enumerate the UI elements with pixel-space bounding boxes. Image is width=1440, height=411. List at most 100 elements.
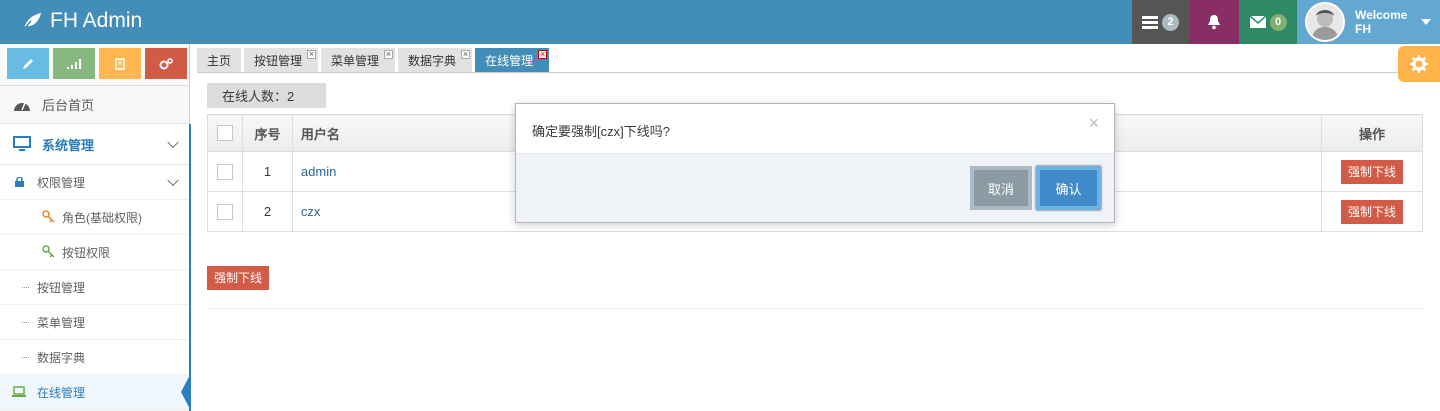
cogs-shortcut-button[interactable] — [145, 48, 187, 79]
sidebar-item-label: 按钮权限 — [62, 245, 111, 260]
sidebar-item-permissions[interactable]: 权限管理 — [0, 165, 189, 200]
pencil-shortcut-button[interactable] — [7, 48, 49, 79]
tab-home[interactable]: 主页 — [197, 48, 242, 72]
sidebar-item-label: 按钮管理 — [37, 280, 86, 295]
top-navbar: FH Admin 2 0 Welcome FH — [0, 0, 1440, 44]
caret-down-icon — [1421, 19, 1432, 25]
sidebar-item-label: 在线管理 — [37, 385, 86, 400]
checkbox-cell — [207, 151, 243, 192]
tasks-badge: 2 — [1162, 13, 1179, 31]
user-menu[interactable]: Welcome FH — [1297, 0, 1440, 44]
tab-label: 主页 — [207, 53, 232, 68]
batch-force-logout-wrapper: 强制下线 — [207, 266, 270, 290]
sidebar-item-label: 数据字典 — [37, 350, 86, 365]
force-logout-button[interactable]: 强制下线 — [1341, 159, 1404, 184]
tab-dict[interactable]: 数据字典 × — [398, 48, 473, 72]
close-icon[interactable]: × — [384, 50, 394, 59]
tab-label: 数据字典 — [408, 53, 457, 68]
messages-badge: 0 — [1269, 13, 1287, 31]
tab-menu-mgmt[interactable]: 菜单管理 × — [321, 48, 396, 72]
tree-bullet — [22, 287, 29, 288]
sidebar-item-label: 系统管理 — [42, 137, 95, 153]
settings-button[interactable] — [1398, 46, 1440, 82]
sidebar-item-role[interactable]: 角色(基础权限) — [0, 200, 189, 235]
confirm-button[interactable]: 确认 — [1036, 166, 1101, 210]
cancel-button[interactable]: 取消 — [970, 166, 1032, 210]
tab-bar: 主页 按钮管理 × 菜单管理 × 数据字典 × 在线管理 × — [197, 48, 550, 72]
dialog-message: 确定要强制[czx]下线吗? — [532, 124, 670, 139]
sidebar-active-line — [189, 124, 191, 411]
book-icon — [115, 57, 125, 70]
close-icon[interactable]: × — [538, 50, 548, 59]
user-name: FH — [1355, 22, 1371, 36]
cogs-icon — [159, 57, 173, 69]
close-icon[interactable]: × — [1088, 113, 1099, 134]
dialog-body: 确定要强制[czx]下线吗? × — [516, 104, 1114, 154]
sidebar-item-label: 角色(基础权限) — [62, 210, 142, 225]
tachometer-icon — [12, 95, 32, 115]
pencil-icon — [23, 58, 33, 69]
confirm-dialog: 确定要强制[czx]下线吗? × 取消 确认 — [515, 103, 1115, 223]
force-logout-button[interactable]: 强制下线 — [1341, 199, 1404, 224]
ops-cell: 强制下线 — [1321, 151, 1423, 192]
sidebar-item-online[interactable]: 在线管理 — [0, 375, 190, 410]
row-checkbox[interactable] — [216, 203, 233, 220]
tree-bullet — [22, 322, 29, 323]
sidebar-item-menu-mgmt[interactable]: 菜单管理 — [0, 305, 189, 340]
tab-bar-divider — [197, 72, 1440, 73]
gear-icon — [1410, 55, 1428, 73]
tree-bullet — [22, 357, 29, 358]
envelope-icon — [1249, 16, 1266, 28]
tab-online[interactable]: 在线管理 × — [475, 48, 550, 72]
desktop-icon — [12, 134, 32, 154]
ops-cell: 强制下线 — [1321, 191, 1423, 232]
signal-icon — [67, 58, 81, 69]
chevron-down-icon — [167, 174, 179, 187]
signal-shortcut-button[interactable] — [53, 48, 95, 79]
close-icon[interactable]: × — [461, 50, 471, 59]
tab-label: 菜单管理 — [331, 53, 380, 68]
tab-label: 在线管理 — [485, 53, 534, 68]
seq-cell: 2 — [241, 191, 293, 232]
close-icon[interactable]: × — [307, 50, 317, 59]
key-icon — [42, 210, 55, 223]
key-icon — [42, 245, 55, 258]
online-count: 在线人数：2 — [207, 83, 326, 108]
tasks-menu[interactable]: 2 — [1132, 0, 1189, 44]
brand-title: FH Admin — [50, 9, 143, 32]
select-all-cell — [207, 114, 243, 152]
notifications-menu[interactable] — [1189, 0, 1239, 44]
leaf-icon — [22, 13, 41, 30]
brand[interactable]: FH Admin — [22, 9, 142, 33]
sidebar-shortcuts — [0, 44, 189, 86]
checkbox-cell — [207, 191, 243, 232]
lock-icon — [15, 177, 24, 187]
sidebar-item-label: 后台首页 — [42, 98, 95, 113]
header-ops: 操作 — [1321, 114, 1423, 152]
select-all-checkbox[interactable] — [216, 125, 233, 141]
sidebar-item-home[interactable]: 后台首页 — [0, 86, 189, 124]
tab-button-mgmt[interactable]: 按钮管理 × — [244, 48, 319, 72]
messages-menu[interactable]: 0 — [1239, 0, 1297, 44]
header-seq: 序号 — [241, 114, 293, 152]
batch-force-logout-button[interactable]: 强制下线 — [207, 266, 270, 290]
book-shortcut-button[interactable] — [99, 48, 141, 79]
divider — [207, 308, 1423, 309]
laptop-icon — [12, 386, 26, 397]
sidebar: 后台首页 系统管理 权限管理 角色(基础权限) 按钮权限 按钮管理 菜单管理 数… — [0, 44, 191, 411]
chevron-down-icon — [167, 136, 179, 149]
sidebar-item-button-mgmt[interactable]: 按钮管理 — [0, 270, 189, 305]
sidebar-item-system[interactable]: 系统管理 — [0, 124, 189, 165]
bell-icon — [1208, 15, 1220, 30]
row-checkbox[interactable] — [216, 163, 233, 180]
dialog-footer: 取消 确认 — [516, 154, 1114, 222]
avatar — [1305, 2, 1345, 42]
sidebar-item-button-perm[interactable]: 按钮权限 — [0, 235, 189, 270]
tab-label: 按钮管理 — [254, 53, 303, 68]
sidebar-item-label: 权限管理 — [37, 175, 86, 190]
tasks-icon — [1142, 16, 1158, 29]
sidebar-item-dict[interactable]: 数据字典 — [0, 340, 189, 375]
seq-cell: 1 — [241, 151, 293, 192]
welcome-text: Welcome — [1355, 8, 1408, 22]
sidebar-item-label: 菜单管理 — [37, 315, 86, 330]
